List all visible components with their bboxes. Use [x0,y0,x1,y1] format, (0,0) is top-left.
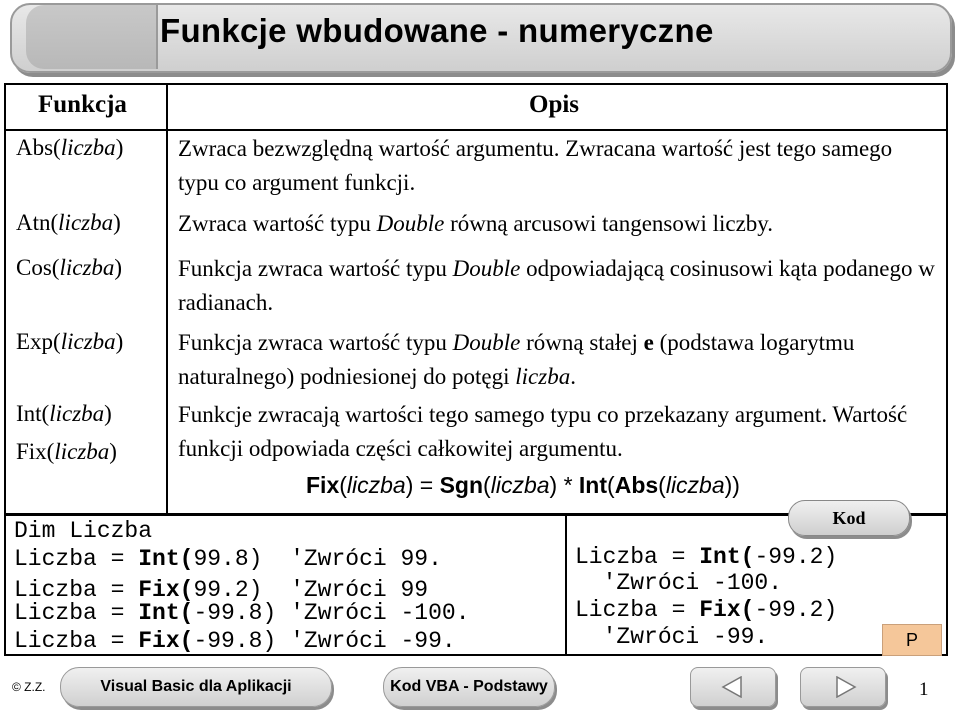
functions-table: Funkcja Opis Abs(liczba) Zwraca bezwzglę… [4,83,948,515]
code-line-dim: Dim Liczba [14,518,153,544]
code-line: Liczba = Fix(-99.8) 'Zwróci -99. [14,628,456,654]
description-int-fix: Funkcje zwracają wartości tego samego ty… [178,402,908,461]
fix-formula: Fix(liczba) = Sgn(liczba) * Int(Abs(licz… [306,472,740,498]
description-atn: Zwraca wartość typu Double równą arcusow… [178,211,774,236]
course-button[interactable]: Visual Basic dla Aplikacji [60,667,332,707]
function-atn: Atn(liczba) [16,210,121,235]
code-line: Liczba = Int(-99.8) 'Zwróci -100. [14,600,470,626]
back-button[interactable] [690,667,776,707]
forward-arrow-icon [836,676,857,698]
function-fix: Fix(liczba) [16,439,117,464]
description-exp: Funkcja zwraca wartość typu Double równą… [178,330,855,389]
code-line: Liczba = Int(99.8) 'Zwróci 99. [14,546,442,572]
code-comment: 'Zwróci -99. [575,624,769,650]
author-credit: © Z.Z. [12,680,46,694]
code-example-left: Dim Liczba Liczba = Int(99.8) 'Zwróci 99… [4,514,567,656]
p-button[interactable]: P [882,624,942,656]
function-abs: Abs(liczba) [16,135,124,160]
back-arrow-icon [721,676,742,698]
column-divider [166,85,168,513]
forward-button[interactable] [800,667,886,707]
header-description: Opis [529,91,580,118]
code-line: Liczba = Int(-99.2) [575,544,838,570]
page-number: 1 [919,679,929,700]
header-function: Funkcja [38,91,127,118]
slide-title: Funkcje wbudowane - numeryczne [160,12,714,49]
function-cos: Cos(liczba) [16,255,123,280]
title-banner-slot [26,5,158,69]
code-line: Liczba = Fix(-99.2) [575,597,838,623]
header-divider [6,129,946,131]
description-abs: Zwraca bezwzględną wartość argumentu. Zw… [178,136,893,195]
description-cos: Funkcja zwraca wartość typu Double odpow… [178,256,935,315]
function-exp: Exp(liczba) [16,329,124,354]
kod-button[interactable]: Kod [788,500,910,536]
function-int: Int(liczba) [16,401,112,426]
code-comment: 'Zwróci -100. [575,570,783,596]
section-button[interactable]: Kod VBA - Podstawy [383,667,555,707]
